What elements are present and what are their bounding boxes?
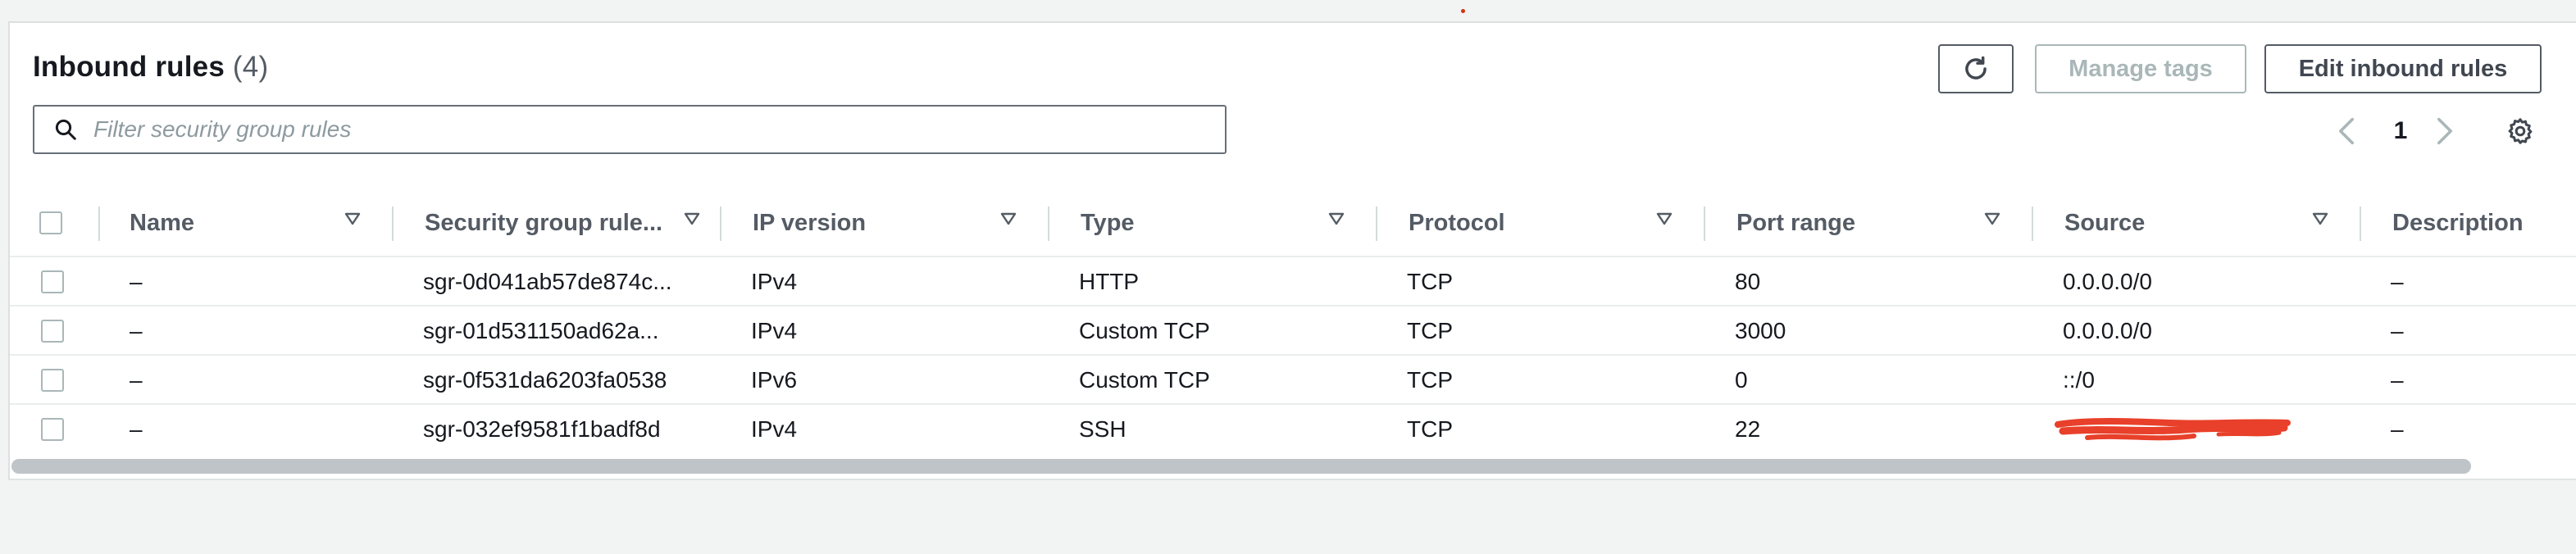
previous-page-button[interactable] [2333, 115, 2360, 148]
section-title-text: Inbound rules [33, 51, 225, 83]
section-title: Inbound rules (4) [33, 51, 268, 84]
column-header-description[interactable]: Description [2392, 188, 2576, 257]
table-header: Name Security group rule... IP version T… [10, 188, 2576, 257]
sort-icon [1000, 212, 1017, 225]
cell-ip-version: IPv4 [751, 416, 798, 442]
horizontal-scrollbar[interactable] [11, 459, 2471, 474]
cell-name: – [130, 318, 143, 343]
cell-name: – [130, 416, 143, 442]
column-divider [1048, 207, 1049, 241]
cell-rule-id[interactable]: sgr-0f531da6203fa0538 [423, 356, 710, 405]
cell-rule-id[interactable]: sgr-0d041ab57de874c... [423, 257, 710, 307]
cell-source: ::/0 [2063, 367, 2095, 393]
cell-description: – [2391, 367, 2404, 393]
cell-description: – [2391, 269, 2404, 294]
next-page-button[interactable] [2432, 115, 2458, 148]
column-divider [1704, 207, 1705, 241]
table-row[interactable]: – sgr-01d531150ad62a... IPv4 Custom TCP … [10, 307, 2576, 356]
column-header-protocol[interactable]: Protocol [1409, 188, 1704, 257]
cell-name: – [130, 367, 143, 393]
sort-icon [1984, 212, 2000, 225]
sort-icon [344, 212, 361, 225]
row-select-cell [41, 405, 64, 454]
page-number[interactable]: 1 [2386, 115, 2415, 148]
table-row[interactable]: – sgr-0f531da6203fa0538 IPv6 Custom TCP … [10, 356, 2576, 405]
cell-type: Custom TCP [1079, 367, 1210, 393]
gear-icon [2508, 118, 2533, 144]
column-divider [98, 207, 100, 241]
row-checkbox[interactable] [41, 270, 64, 293]
column-label: Security group rule... [425, 209, 663, 236]
notification-dot [1461, 9, 1465, 13]
search-icon [51, 115, 80, 144]
column-label: Name [130, 209, 194, 236]
table-row[interactable]: – sgr-032ef9581f1badf8d IPv4 SSH TCP 22 … [10, 405, 2576, 454]
refresh-button[interactable] [1938, 44, 2014, 93]
cell-description: – [2391, 416, 2404, 442]
cell-ip-version: IPv4 [751, 269, 798, 294]
redaction-scribble [2055, 418, 2291, 441]
column-label: Source [2064, 209, 2146, 236]
column-divider [392, 207, 394, 241]
rule-count: (4) [232, 51, 269, 83]
cell-protocol: TCP [1407, 416, 1453, 442]
cell-source: 0.0.0.0/0 [2063, 269, 2152, 294]
sort-icon [1328, 212, 1345, 225]
column-header-rule-id[interactable]: Security group rule... [425, 188, 720, 257]
row-checkbox[interactable] [41, 320, 64, 343]
column-header-name[interactable]: Name [130, 188, 392, 257]
cell-port-range: 0 [1735, 367, 1748, 393]
column-label: Description [2392, 209, 2524, 236]
cell-type: SSH [1079, 416, 1126, 442]
sort-icon [684, 212, 700, 225]
cell-port-range: 80 [1735, 269, 1761, 294]
cell-protocol: TCP [1407, 269, 1453, 294]
column-label: Type [1081, 209, 1135, 236]
column-header-source[interactable]: Source [2064, 188, 2360, 257]
sort-icon [1656, 212, 1673, 225]
cell-protocol: TCP [1407, 367, 1453, 393]
cell-source: 0.0.0.0/0 [2063, 318, 2152, 343]
table-row[interactable]: – sgr-0d041ab57de874c... IPv4 HTTP TCP 8… [10, 257, 2576, 307]
chevron-right-icon [2437, 117, 2452, 145]
chevron-left-icon [2338, 117, 2354, 145]
cell-port-range: 3000 [1735, 318, 1786, 343]
column-header-ip-version[interactable]: IP version [753, 188, 1048, 257]
cell-type: HTTP [1079, 269, 1140, 294]
edit-inbound-rules-button[interactable]: Edit inbound rules [2264, 44, 2542, 93]
row-checkbox[interactable] [41, 369, 64, 392]
column-header-type[interactable]: Type [1081, 188, 1376, 257]
row-select-cell [41, 356, 64, 405]
row-select-cell [41, 307, 64, 356]
cell-rule-id[interactable]: sgr-032ef9581f1badf8d [423, 405, 710, 454]
column-label: Protocol [1409, 209, 1505, 236]
preferences-button[interactable] [2502, 115, 2538, 148]
cell-ip-version: IPv4 [751, 318, 798, 343]
select-all-checkbox[interactable] [39, 211, 62, 234]
column-divider [2360, 207, 2361, 241]
column-divider [1376, 207, 1377, 241]
cell-description: – [2391, 318, 2404, 343]
refresh-icon [1965, 56, 1987, 79]
select-all-cell [39, 188, 62, 257]
cell-protocol: TCP [1407, 318, 1453, 343]
cell-name: – [130, 269, 143, 294]
row-select-cell [41, 257, 64, 307]
column-header-port-range[interactable]: Port range [1736, 188, 2032, 257]
manage-tags-button[interactable]: Manage tags [2035, 44, 2246, 93]
redacted-source [2055, 405, 2292, 454]
search-placeholder: Filter security group rules [93, 116, 352, 142]
column-divider [720, 207, 721, 241]
column-label: IP version [753, 209, 867, 236]
column-label: Port range [1736, 209, 1856, 236]
filter-search-field[interactable]: Filter security group rules [33, 105, 1227, 154]
cell-ip-version: IPv6 [751, 367, 798, 393]
cell-port-range: 22 [1735, 416, 1761, 442]
sort-icon [2312, 212, 2328, 225]
column-divider [2032, 207, 2033, 241]
cell-rule-id[interactable]: sgr-01d531150ad62a... [423, 307, 710, 356]
row-checkbox[interactable] [41, 418, 64, 441]
cell-type: Custom TCP [1079, 318, 1210, 343]
